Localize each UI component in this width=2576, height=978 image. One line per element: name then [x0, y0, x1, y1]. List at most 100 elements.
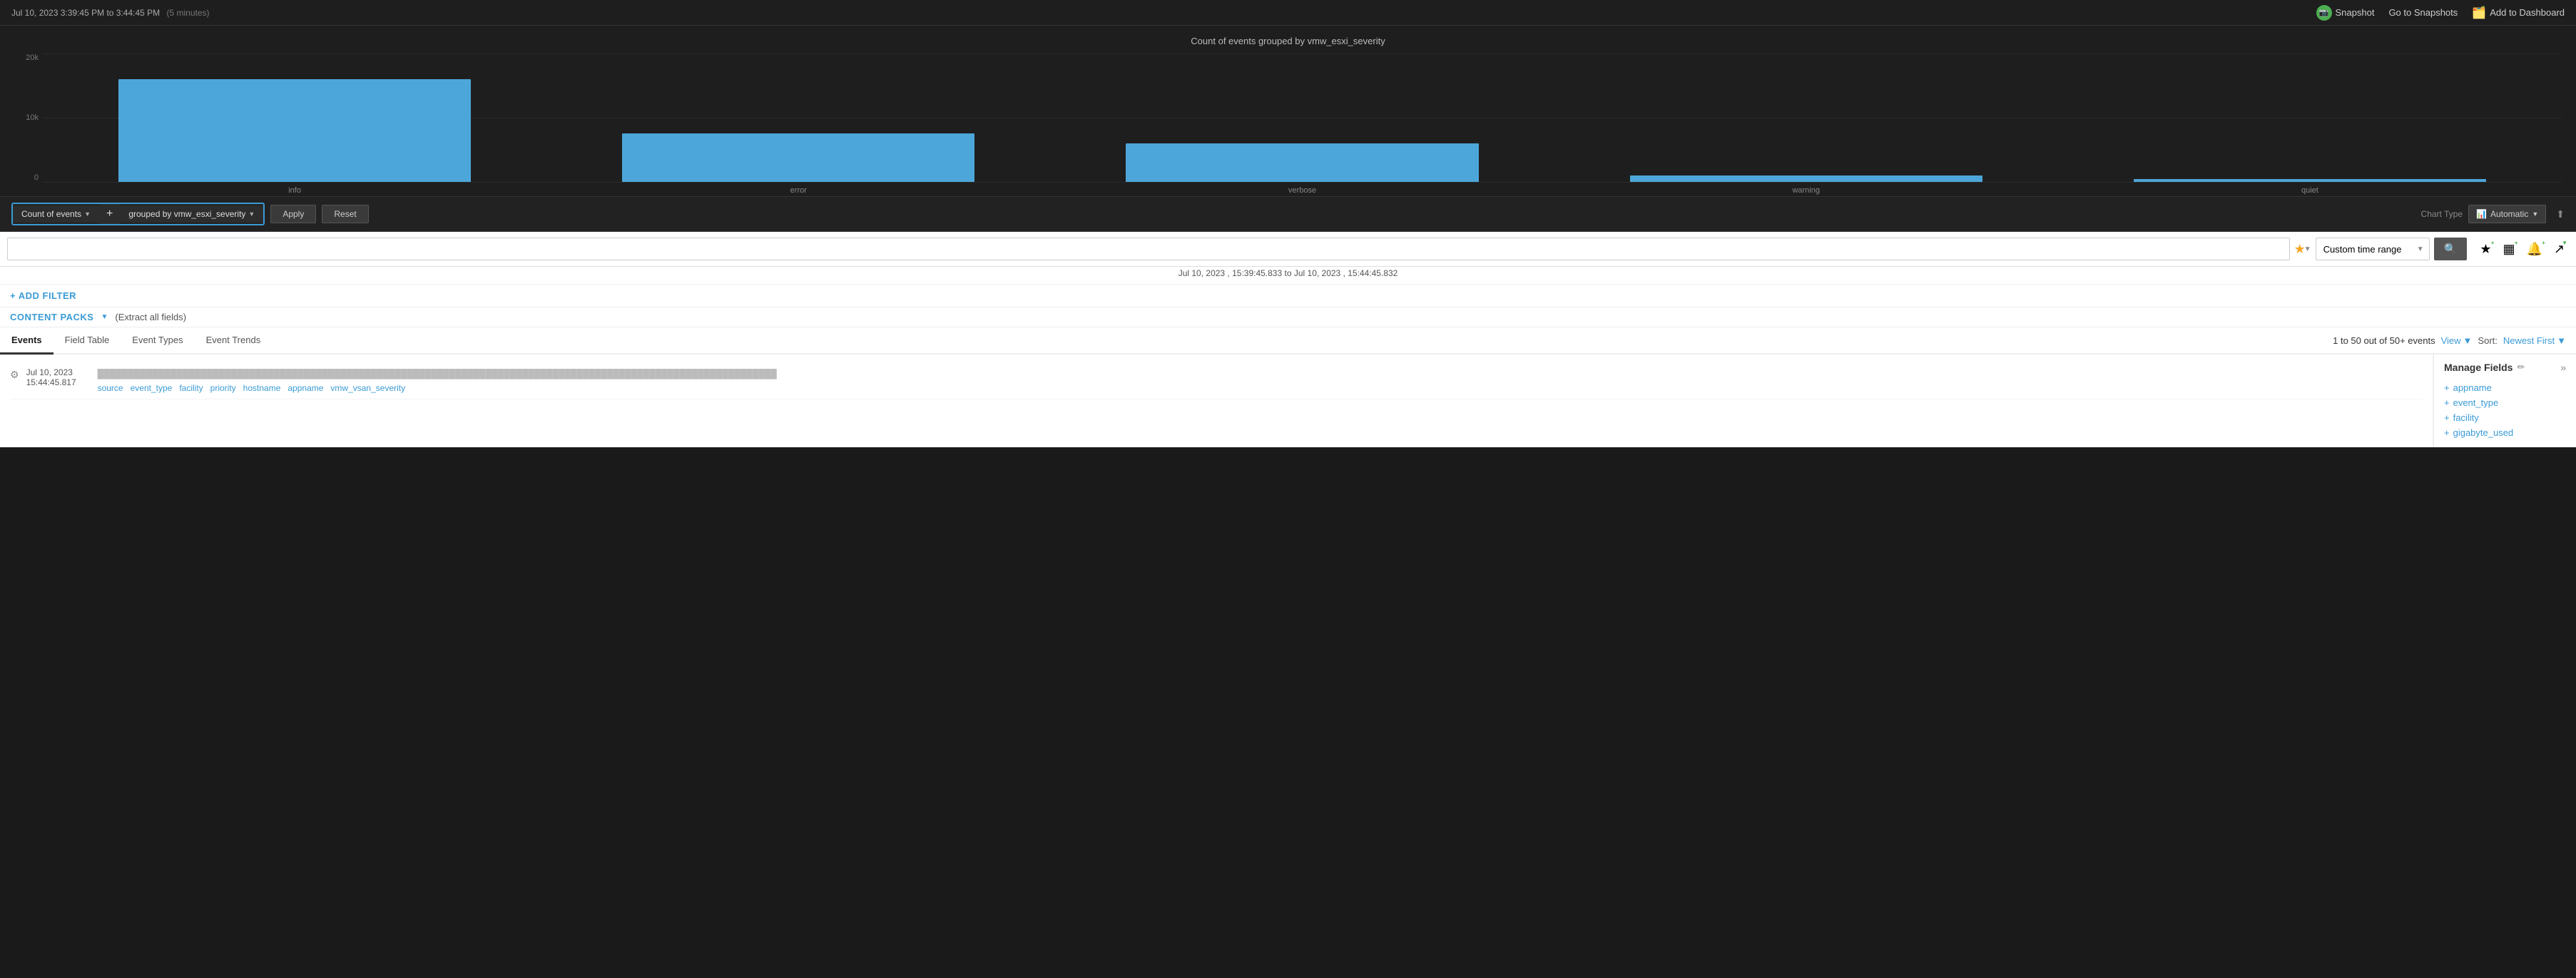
y-label-20k: 20k [14, 54, 39, 62]
favorite-star-button[interactable]: ★ ▼ [2294, 242, 2311, 257]
field-item-gigabyte-used[interactable]: + gigabyte_used [2444, 425, 2566, 440]
y-label-10k: 10k [14, 113, 39, 122]
add-field-button[interactable]: + [99, 204, 120, 224]
view-chevron-icon: ▼ [2463, 335, 2473, 346]
bar-label-verbose: verbose [1288, 186, 1316, 195]
grouped-by-button[interactable]: grouped by vmw_esxi_severity ▼ [120, 205, 263, 223]
field-label-gigabyte-used: gigabyte_used [2453, 427, 2514, 438]
count-of-events-label: Count of events [21, 209, 81, 219]
datetime-end: 3:44:45 PM [116, 8, 160, 18]
time-range-wrapper: Custom time range ▼ [2316, 238, 2430, 260]
reset-button[interactable]: Reset [322, 205, 368, 223]
goto-snapshots-label: Go to Snapshots [2388, 7, 2458, 18]
collapse-panel-icon[interactable]: » [2560, 362, 2566, 373]
top-bar: Jul 10, 2023 3:39:45 PM to 3:44:45 PM (5… [0, 0, 2576, 26]
chart-type-value: Automatic [2490, 209, 2528, 219]
field-item-appname[interactable]: + appname [2444, 380, 2566, 395]
event-date: Jul 10, 2023 [26, 367, 91, 377]
bar-info [118, 79, 471, 182]
bell-icon: 🔔 [2526, 242, 2542, 256]
bar-verbose [1126, 143, 1478, 182]
event-content: ████████████████████████████████████████… [98, 367, 777, 393]
field-item-event-type[interactable]: + event_type [2444, 395, 2566, 410]
table-row: ⚙ Jul 10, 2023 15:44:45.817 ████████████… [10, 362, 2423, 399]
chart-title: Count of events grouped by vmw_esxi_seve… [14, 36, 2562, 46]
sort-chevron-icon: ▼ [2557, 335, 2566, 346]
alert-plus-icon: + [2542, 240, 2545, 246]
field-plus-icon-appname: + [2444, 382, 2450, 393]
tab-field-table[interactable]: Field Table [54, 327, 121, 355]
save-search-button[interactable]: ★ + [2475, 240, 2495, 259]
bar-label-error: error [790, 186, 807, 195]
save-search-plus-icon: + [2491, 240, 2495, 246]
field-item-facility[interactable]: + facility [2444, 410, 2566, 425]
add-widget-button[interactable]: ▦ + [2498, 240, 2519, 259]
tab-events[interactable]: Events [0, 327, 54, 355]
datetime-range: Jul 10, 2023 3:39:45 PM to 3:44:45 PM (5… [11, 8, 210, 18]
tab-event-types[interactable]: Event Types [121, 327, 194, 355]
tag-appname[interactable]: appname [287, 383, 323, 393]
bar-group-info[interactable]: info [43, 54, 546, 182]
grid-line-bot [43, 182, 2562, 183]
grouped-chevron-icon: ▼ [248, 210, 255, 218]
content-packs-row: CONTENT PACKS ▼ (Extract all fields) [0, 307, 2576, 327]
bar-quiet [2134, 179, 2486, 182]
tag-facility[interactable]: facility [179, 383, 203, 393]
add-filter-button[interactable]: + ADD FILTER [10, 290, 76, 301]
chart-type-icon: 📊 [2476, 209, 2487, 219]
search-go-button[interactable]: 🔍 [2434, 238, 2468, 260]
tag-priority[interactable]: priority [210, 383, 236, 393]
goto-snapshots-link[interactable]: Go to Snapshots [2388, 7, 2458, 18]
bar-group-quiet[interactable]: quiet [2058, 54, 2562, 182]
bar-label-quiet: quiet [2301, 186, 2318, 195]
apply-button[interactable]: Apply [270, 205, 316, 223]
content-packs-label[interactable]: CONTENT PACKS [10, 312, 93, 322]
field-label-facility: facility [2453, 412, 2479, 423]
apply-label: Apply [282, 209, 304, 219]
search-input[interactable] [7, 238, 2290, 260]
snapshot-button[interactable]: 📷 Snapshot [2316, 5, 2375, 21]
chart-type-button[interactable]: 📊 Automatic ▼ [2468, 205, 2546, 223]
reset-label: Reset [334, 209, 356, 219]
add-to-dashboard-button[interactable]: 🗂️ Add to Dashboard [2472, 6, 2565, 20]
manage-fields-title: Manage Fields [2444, 362, 2513, 373]
datetime-duration: (5 minutes) [167, 8, 210, 18]
toolbar-icons: ★ + ▦ + 🔔 + ↗ ▼ [2475, 240, 2569, 259]
count-of-events-button[interactable]: Count of events ▼ [13, 205, 99, 223]
query-controls-group: Count of events ▼ + grouped by vmw_esxi_… [11, 203, 265, 225]
manage-fields-header: Manage Fields ✏ » [2444, 362, 2566, 373]
chart-y-axis: 20k 10k 0 [14, 54, 43, 182]
expand-icon[interactable]: ⬆ [2556, 208, 2565, 220]
event-gear-icon[interactable]: ⚙ [10, 369, 19, 393]
count-chevron-icon: ▼ [84, 210, 91, 218]
chart-type-chevron: ▼ [2532, 210, 2538, 218]
event-time: 15:44:45.817 [26, 377, 91, 387]
tag-event-type[interactable]: event_type [131, 383, 173, 393]
manage-fields-panel: Manage Fields ✏ » + appname + event_type… [2433, 355, 2576, 447]
tag-vmw-vsan-severity[interactable]: vmw_vsan_severity [330, 383, 405, 393]
chart-container: Count of events grouped by vmw_esxi_seve… [0, 26, 2576, 196]
bar-group-error[interactable]: error [546, 54, 1050, 182]
view-button[interactable]: View ▼ [2441, 335, 2473, 346]
bar-error [622, 133, 974, 182]
chart-controls: Count of events ▼ + grouped by vmw_esxi_… [0, 196, 2576, 232]
tabs-group: Events Field Table Event Types Event Tre… [0, 327, 272, 353]
tag-hostname[interactable]: hostname [243, 383, 281, 393]
sort-value-button[interactable]: Newest First ▼ [2503, 335, 2566, 346]
add-filter-label: + ADD FILTER [10, 290, 76, 301]
event-timestamp: Jul 10, 2023 15:44:45.817 [26, 367, 91, 393]
date-range-row: Jul 10, 2023 , 15:39:45.833 to Jul 10, 2… [0, 267, 2576, 285]
bar-group-verbose[interactable]: verbose [1050, 54, 1554, 182]
share-button[interactable]: ↗ ▼ [2550, 240, 2569, 259]
edit-fields-icon[interactable]: ✏ [2517, 362, 2525, 373]
field-plus-icon-gigabyte-used: + [2444, 427, 2450, 438]
snapshot-label: Snapshot [2336, 7, 2375, 18]
extract-all-fields-link[interactable]: (Extract all fields) [115, 312, 186, 322]
time-range-select[interactable]: Custom time range [2316, 238, 2430, 260]
chart-type-label: Chart Type [2421, 209, 2463, 219]
star-chevron-icon: ▼ [2304, 245, 2311, 253]
bar-group-warning[interactable]: warning [1554, 54, 2058, 182]
add-alert-button[interactable]: 🔔 + [2522, 240, 2546, 259]
tab-event-trends[interactable]: Event Trends [195, 327, 273, 355]
tag-source[interactable]: source [98, 383, 123, 393]
